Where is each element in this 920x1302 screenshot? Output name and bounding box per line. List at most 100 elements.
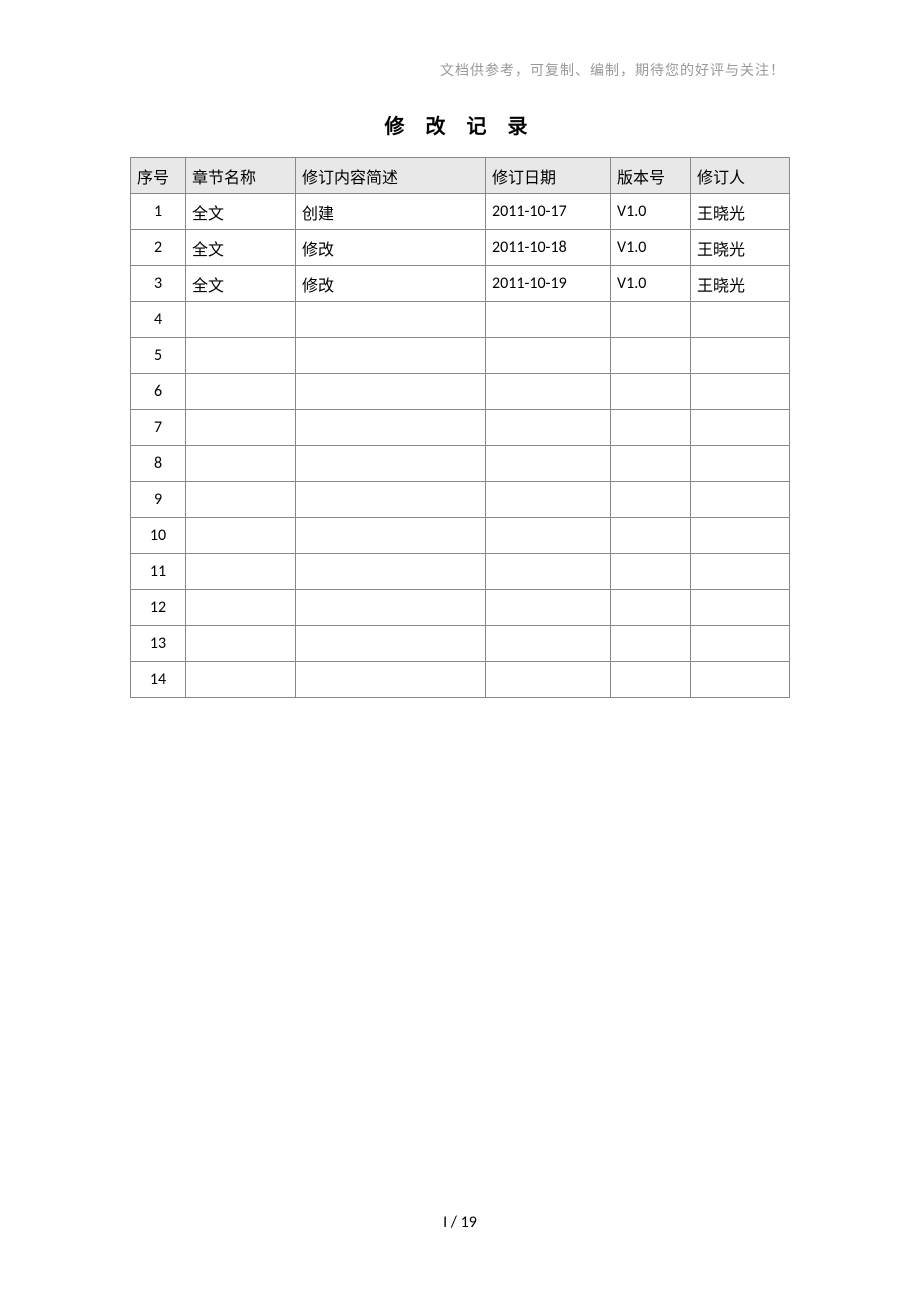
cell-version xyxy=(611,482,691,518)
cell-author xyxy=(691,662,790,698)
cell-version xyxy=(611,302,691,338)
cell-desc xyxy=(296,626,486,662)
cell-seq: 5 xyxy=(131,338,186,374)
cell-author xyxy=(691,554,790,590)
cell-desc xyxy=(296,554,486,590)
cell-date xyxy=(486,518,611,554)
cell-author xyxy=(691,410,790,446)
cell-author xyxy=(691,374,790,410)
header-author: 修订人 xyxy=(691,158,790,194)
table-row: 7 xyxy=(131,410,790,446)
document-page: 文档供参考，可复制、编制，期待您的好评与关注！ 修 改 记 录 序号 章节名称 … xyxy=(0,0,920,698)
cell-desc: 修改 xyxy=(296,266,486,302)
table-row: 9 xyxy=(131,482,790,518)
cell-date xyxy=(486,338,611,374)
cell-chapter xyxy=(186,626,296,662)
cell-date: 2011-10-19 xyxy=(486,266,611,302)
cell-date xyxy=(486,446,611,482)
table-row: 10 xyxy=(131,518,790,554)
cell-chapter xyxy=(186,662,296,698)
cell-date xyxy=(486,482,611,518)
cell-seq: 10 xyxy=(131,518,186,554)
cell-version xyxy=(611,446,691,482)
cell-seq: 12 xyxy=(131,590,186,626)
table-body: 1 全文 创建 2011-10-17 V1.0 王晓光 2 全文 修改 2011… xyxy=(131,194,790,698)
cell-desc xyxy=(296,518,486,554)
cell-version xyxy=(611,626,691,662)
cell-date xyxy=(486,662,611,698)
cell-chapter: 全文 xyxy=(186,194,296,230)
cell-chapter xyxy=(186,410,296,446)
table-row: 6 xyxy=(131,374,790,410)
page-title: 修 改 记 录 xyxy=(130,110,790,139)
header-version: 版本号 xyxy=(611,158,691,194)
cell-version: V1.0 xyxy=(611,194,691,230)
cell-desc xyxy=(296,410,486,446)
cell-author: 王晓光 xyxy=(691,194,790,230)
cell-version xyxy=(611,374,691,410)
revision-table: 序号 章节名称 修订内容简述 修订日期 版本号 修订人 1 全文 创建 2011… xyxy=(130,157,790,698)
cell-date xyxy=(486,590,611,626)
cell-seq: 2 xyxy=(131,230,186,266)
cell-version: V1.0 xyxy=(611,230,691,266)
cell-seq: 4 xyxy=(131,302,186,338)
cell-author xyxy=(691,518,790,554)
table-row: 4 xyxy=(131,302,790,338)
cell-seq: 3 xyxy=(131,266,186,302)
cell-chapter xyxy=(186,554,296,590)
cell-chapter xyxy=(186,446,296,482)
cell-desc xyxy=(296,302,486,338)
cell-author: 王晓光 xyxy=(691,230,790,266)
cell-date: 2011-10-18 xyxy=(486,230,611,266)
cell-desc xyxy=(296,338,486,374)
cell-author: 王晓光 xyxy=(691,266,790,302)
cell-chapter xyxy=(186,590,296,626)
cell-date xyxy=(486,554,611,590)
cell-seq: 14 xyxy=(131,662,186,698)
cell-chapter xyxy=(186,302,296,338)
cell-date xyxy=(486,410,611,446)
cell-desc xyxy=(296,662,486,698)
header-note: 文档供参考，可复制、编制，期待您的好评与关注！ xyxy=(130,60,790,80)
cell-seq: 7 xyxy=(131,410,186,446)
cell-chapter xyxy=(186,374,296,410)
cell-desc xyxy=(296,446,486,482)
cell-chapter xyxy=(186,518,296,554)
table-row: 12 xyxy=(131,590,790,626)
table-row: 11 xyxy=(131,554,790,590)
cell-author xyxy=(691,338,790,374)
header-desc: 修订内容简述 xyxy=(296,158,486,194)
header-seq: 序号 xyxy=(131,158,186,194)
table-row: 3 全文 修改 2011-10-19 V1.0 王晓光 xyxy=(131,266,790,302)
cell-desc xyxy=(296,590,486,626)
cell-desc xyxy=(296,374,486,410)
cell-version xyxy=(611,590,691,626)
cell-seq: 1 xyxy=(131,194,186,230)
cell-desc: 修改 xyxy=(296,230,486,266)
table-row: 8 xyxy=(131,446,790,482)
cell-seq: 9 xyxy=(131,482,186,518)
cell-seq: 13 xyxy=(131,626,186,662)
cell-version xyxy=(611,518,691,554)
cell-author xyxy=(691,446,790,482)
cell-version xyxy=(611,662,691,698)
cell-author xyxy=(691,626,790,662)
cell-author xyxy=(691,302,790,338)
header-chapter: 章节名称 xyxy=(186,158,296,194)
cell-date xyxy=(486,302,611,338)
cell-date: 2011-10-17 xyxy=(486,194,611,230)
cell-version xyxy=(611,410,691,446)
cell-seq: 11 xyxy=(131,554,186,590)
cell-chapter xyxy=(186,482,296,518)
cell-desc: 创建 xyxy=(296,194,486,230)
cell-date xyxy=(486,374,611,410)
cell-version: V1.0 xyxy=(611,266,691,302)
table-row: 13 xyxy=(131,626,790,662)
table-header-row: 序号 章节名称 修订内容简述 修订日期 版本号 修订人 xyxy=(131,158,790,194)
cell-desc xyxy=(296,482,486,518)
header-date: 修订日期 xyxy=(486,158,611,194)
cell-author xyxy=(691,482,790,518)
cell-version xyxy=(611,554,691,590)
cell-author xyxy=(691,590,790,626)
cell-date xyxy=(486,626,611,662)
